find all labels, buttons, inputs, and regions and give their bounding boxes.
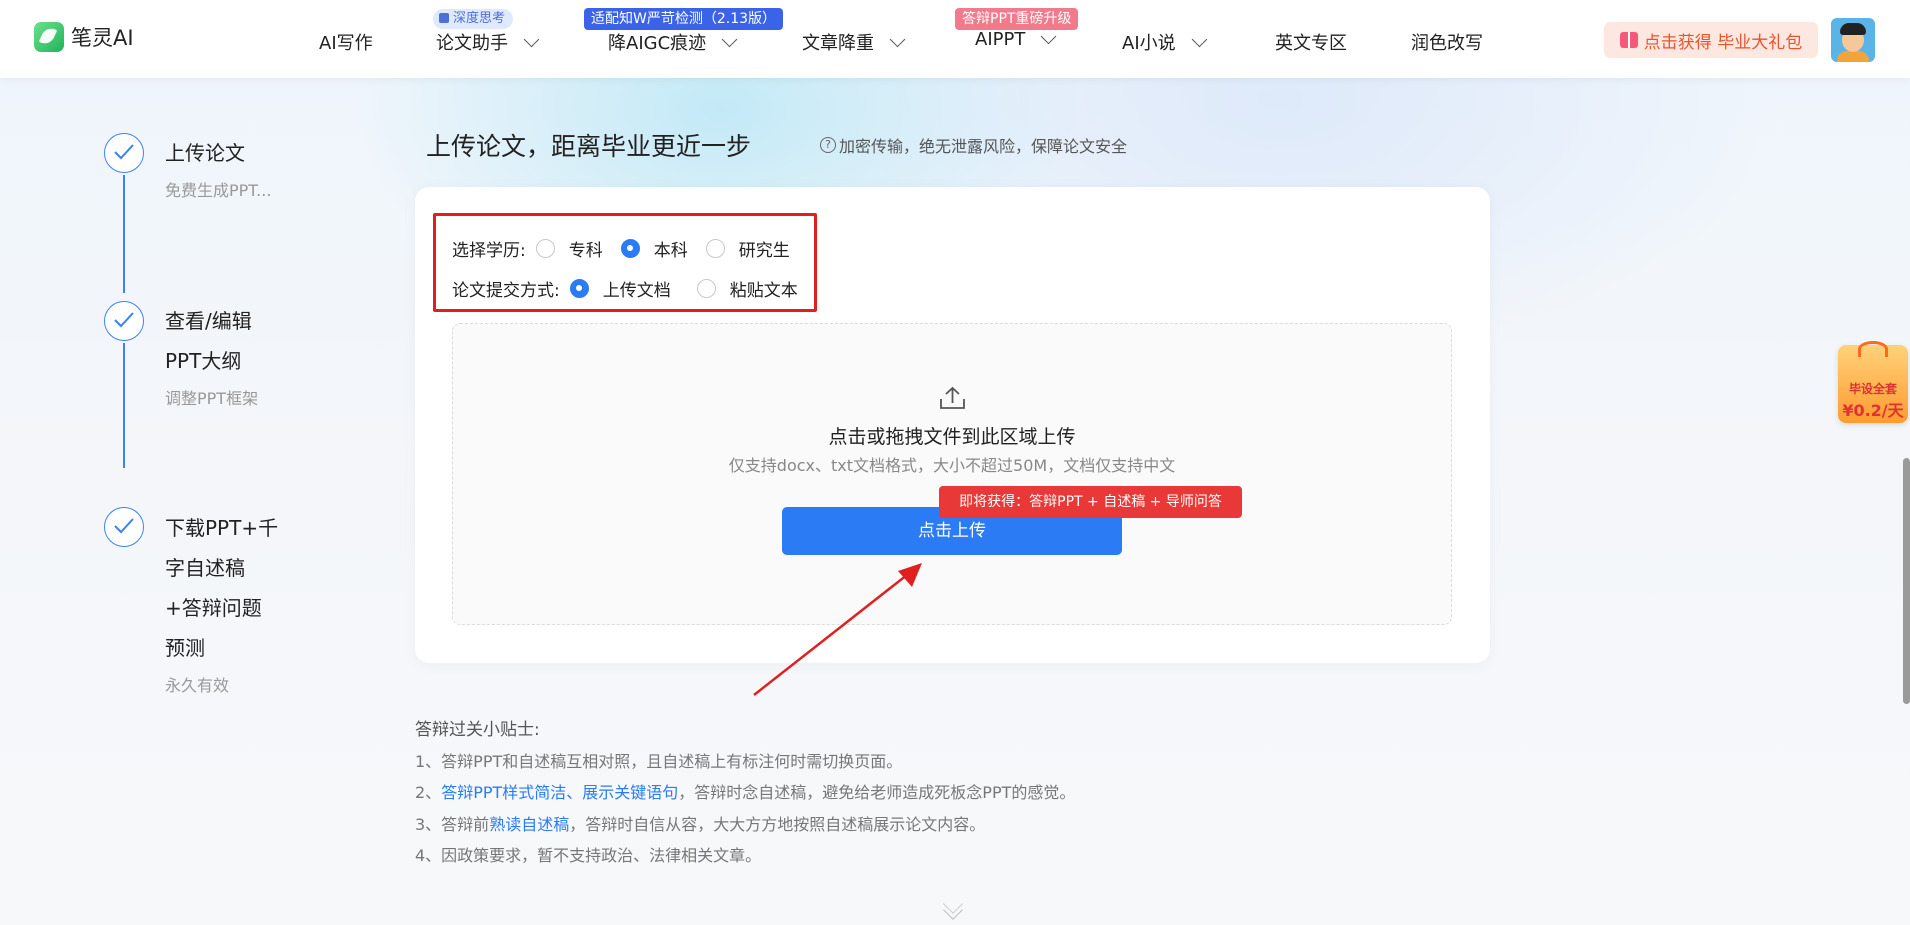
step-3-check-icon bbox=[104, 507, 144, 547]
chevron-down-icon bbox=[1041, 28, 1057, 45]
step-3-title-line3: +答辩问题 bbox=[165, 596, 262, 620]
reward-bubble: 即将获得：答辩PPT + 自述稿 + 导师问答 bbox=[939, 486, 1242, 518]
page-title: 上传论文，距离毕业更近一步 bbox=[426, 132, 752, 161]
ppt-upgrade-tag: 答辩PPT重磅升级 bbox=[955, 8, 1079, 30]
chevron-down-icon bbox=[523, 31, 540, 47]
radio-button[interactable] bbox=[535, 239, 555, 258]
user-avatar[interactable] bbox=[1831, 18, 1875, 62]
aigc-version-tag: 适配知W严苛检测（2.13版） bbox=[584, 8, 784, 30]
radio-option-undergraduate[interactable]: 本科 bbox=[620, 236, 688, 261]
radio-option-junior-college[interactable]: 专科 bbox=[535, 236, 603, 261]
top-nav-bar: 笔灵AI 深度思考 适配知W严苛检测（2.13版） 答辩PPT重磅升级 AI写作… bbox=[0, 0, 1910, 78]
step-3-title-line4: 预测 bbox=[165, 636, 205, 660]
education-label: 选择学历: bbox=[452, 241, 526, 261]
nav-polish[interactable]: 润色改写 bbox=[1411, 29, 1483, 55]
step-1-check-icon bbox=[104, 133, 144, 173]
edit-icon bbox=[439, 13, 449, 23]
step-2-title-line2: PPT大纲 bbox=[165, 349, 242, 373]
step-2-subtitle: 调整PPT框架 bbox=[165, 389, 259, 408]
tip-2: 2、答辩PPT样式简洁、展示关键语句，答辩时念自述稿，避免给老师造成死板念PPT… bbox=[415, 783, 1076, 802]
radio-button[interactable] bbox=[696, 279, 716, 298]
tip-highlight: 展示关键语句 bbox=[582, 783, 679, 802]
upload-icon bbox=[940, 386, 965, 409]
chevron-down-icon bbox=[721, 31, 738, 47]
step-1-subtitle: 免费生成PPT... bbox=[165, 181, 272, 200]
tip-highlight: 熟读自述稿 bbox=[489, 815, 570, 834]
thesis-package-promo[interactable]: 毕设全套 ¥0.2/天 bbox=[1838, 341, 1908, 423]
red-arrow-annotation bbox=[753, 563, 922, 696]
question-icon[interactable]: ? bbox=[820, 137, 836, 153]
page-scrollbar[interactable] bbox=[1903, 458, 1910, 704]
radio-option-upload-doc[interactable]: 上传文档 bbox=[569, 276, 671, 301]
nav-thesis-assistant[interactable]: 论文助手 bbox=[436, 29, 540, 55]
upload-hint: 仅支持docx、txt文档格式，大小不超过50M，文档仅支持中文 bbox=[728, 456, 1176, 475]
chevron-down-icon bbox=[889, 31, 906, 47]
leaf-logo-icon bbox=[34, 22, 64, 52]
step-3-title-line2: 字自述稿 bbox=[165, 556, 245, 580]
step-2-title-line1: 查看/编辑 bbox=[165, 309, 252, 333]
nav-ai-novel[interactable]: AI小说 bbox=[1122, 29, 1207, 55]
gift-bow-icon bbox=[1858, 341, 1888, 357]
nav-ai-writing[interactable]: AI写作 bbox=[319, 29, 373, 55]
submit-mode-selector: 论文提交方式: 上传文档 粘贴文本 bbox=[452, 276, 798, 301]
brand-logo[interactable]: 笔灵AI bbox=[34, 22, 134, 52]
radio-option-graduate[interactable]: 研究生 bbox=[705, 236, 790, 261]
step-connector bbox=[123, 175, 125, 293]
brand-name: 笔灵AI bbox=[71, 26, 134, 50]
nav-english-zone[interactable]: 英文专区 bbox=[1275, 29, 1347, 55]
radio-button[interactable] bbox=[705, 239, 725, 258]
security-notice: ? 加密传输，绝无泄露风险，保障论文安全 bbox=[820, 133, 1127, 157]
chevron-down-icon bbox=[1191, 31, 1207, 47]
tips-title: 答辩过关小贴士: bbox=[415, 720, 540, 740]
nav-reduce-aigc[interactable]: 降AIGC痕迹 bbox=[608, 29, 738, 55]
tip-highlight: 答辩PPT样式简洁 bbox=[441, 783, 567, 802]
tip-3: 3、答辩前熟读自述稿，答辩时自信从容，大大方方地按照自述稿展示论文内容。 bbox=[415, 815, 986, 834]
graduation-gift-button[interactable]: 点击获得 毕业大礼包 bbox=[1604, 22, 1818, 58]
tip-1: 1、答辩PPT和自述稿互相对照，且自述稿上有标注何时需切换页面。 bbox=[415, 752, 903, 771]
step-3-title-line1: 下载PPT+千 bbox=[165, 516, 279, 540]
radio-option-paste-text[interactable]: 粘贴文本 bbox=[696, 276, 798, 301]
deep-think-tag: 深度思考 bbox=[433, 9, 514, 29]
step-3-subtitle: 永久有效 bbox=[165, 676, 230, 695]
tip-4: 4、因政策要求，暂不支持政治、法律相关文章。 bbox=[415, 846, 762, 865]
radio-button-selected[interactable] bbox=[620, 239, 640, 258]
nav-rewrite[interactable]: 文章降重 bbox=[802, 29, 906, 55]
gift-icon bbox=[1619, 32, 1638, 48]
step-connector bbox=[123, 343, 125, 468]
upload-title: 点击或拖拽文件到此区域上传 bbox=[828, 426, 1076, 448]
step-1-title: 上传论文 bbox=[165, 141, 245, 165]
submit-mode-label: 论文提交方式: bbox=[452, 281, 560, 301]
education-selector: 选择学历: 专科 本科 研究生 bbox=[452, 236, 790, 261]
nav-aippt[interactable]: AIPPT bbox=[975, 28, 1057, 50]
step-2-check-icon bbox=[104, 301, 144, 341]
radio-button-selected[interactable] bbox=[569, 279, 589, 298]
